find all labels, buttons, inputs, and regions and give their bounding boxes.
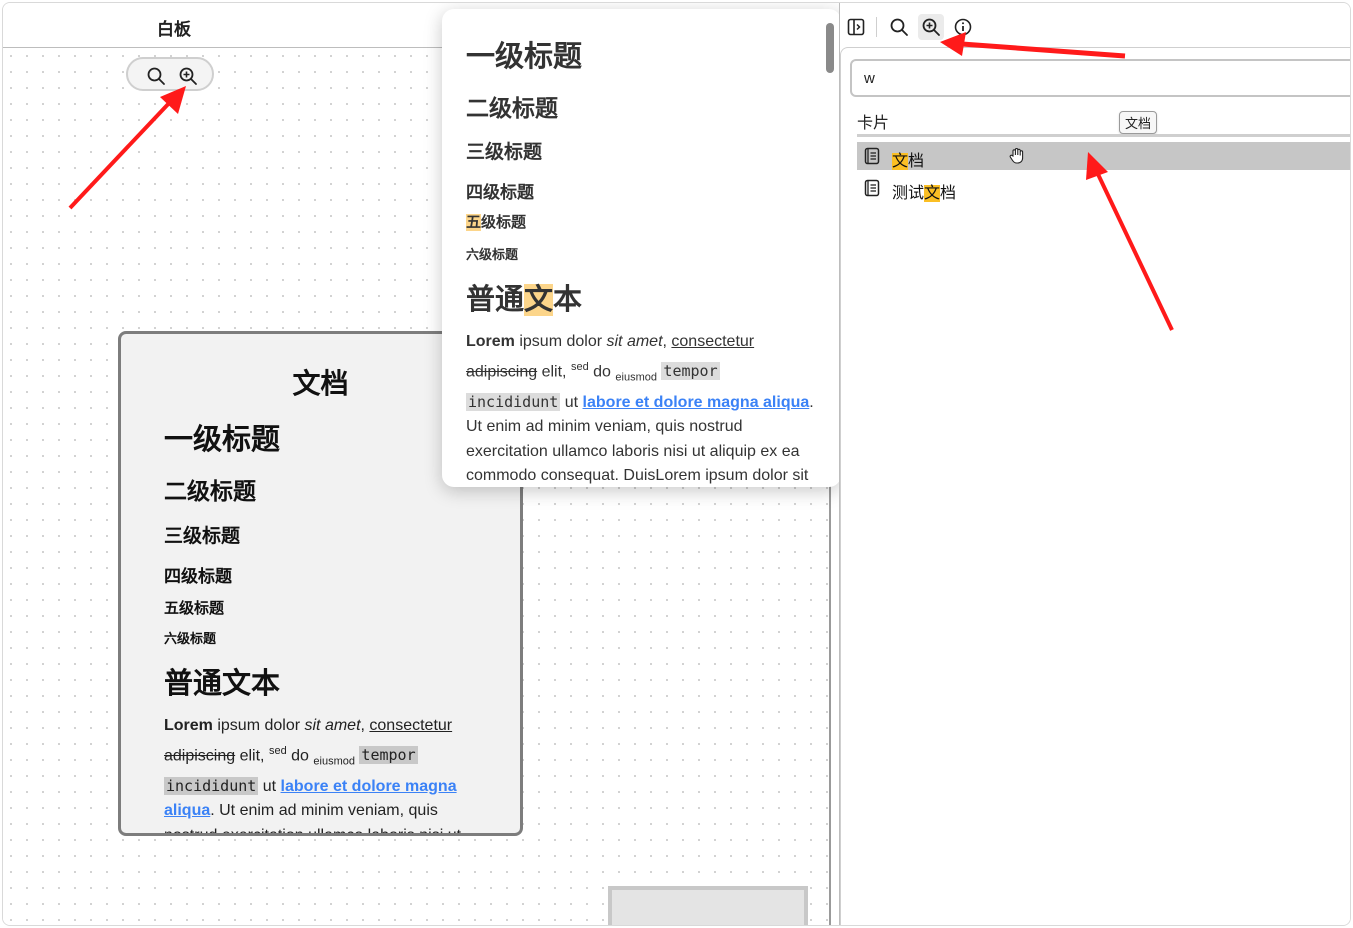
preview-heading-3: 三级标题: [466, 142, 543, 163]
document-icon: [864, 147, 880, 165]
zoom-out-icon[interactable]: [889, 17, 909, 37]
sidebar-toggle-icon[interactable]: [846, 17, 866, 37]
preview-heading-2: 二级标题: [466, 95, 558, 121]
zoom-out-icon[interactable]: [146, 66, 166, 86]
section-label-cards: 卡片: [857, 115, 890, 132]
body-heading: 普通文本: [164, 668, 281, 700]
search-result-item[interactable]: 测试文档: [857, 174, 1350, 202]
preview-heading-1: 一级标题: [466, 41, 583, 73]
heading-6: 六级标题: [164, 631, 217, 646]
heading-1: 一级标题: [164, 424, 281, 456]
zoom-in-icon[interactable]: [921, 17, 941, 37]
preview-heading-5: 五级标题: [466, 214, 527, 231]
document-icon: [864, 179, 880, 197]
info-icon[interactable]: [953, 17, 973, 37]
search-input[interactable]: [850, 59, 1350, 97]
zoom-in-icon[interactable]: [178, 66, 198, 86]
preview-link-2[interactable]: aliqua: [763, 394, 809, 411]
result-label: 测试文档: [892, 185, 957, 202]
preview-body-heading: 普通文本: [466, 284, 583, 316]
search-result-item[interactable]: 文档: [857, 142, 1350, 170]
card-paragraph: Lorem ipsum dolor sit amet, consectetur …: [164, 717, 462, 836]
canvas-card-partial[interactable]: [608, 886, 808, 925]
tooltip: 文档: [1119, 111, 1158, 134]
toolbar-separator: [876, 17, 877, 37]
paragraph-link-2[interactable]: aliqua: [164, 802, 210, 819]
preview-paragraph: Lorem ipsum dolor sit amet, consectetur …: [466, 333, 814, 485]
zoom-controls: [126, 57, 214, 91]
heading-5: 五级标题: [164, 600, 225, 617]
document-preview-popup: 一级标题 二级标题 三级标题 四级标题 五级标题 六级标题 普通文本 Lorem…: [442, 9, 841, 487]
app-window: 白板 文档 一级标题 二级标题 三级标题 四级标题 五级标题 六级标题 普通文本…: [2, 2, 1351, 926]
preview-link[interactable]: labore et dolore magna: [583, 394, 763, 411]
preview-heading-4: 四级标题: [466, 183, 534, 202]
preview-heading-6: 六级标题: [466, 247, 519, 262]
vertical-scrollbar[interactable]: [826, 23, 834, 73]
whiteboard-title: 白板: [157, 20, 191, 39]
hand-cursor-icon: [1009, 148, 1024, 164]
heading-4: 四级标题: [164, 567, 232, 586]
paragraph-link[interactable]: labore et dolore magna: [281, 778, 457, 795]
heading-3: 三级标题: [164, 526, 241, 547]
heading-2: 二级标题: [164, 478, 256, 504]
result-label: 文档: [892, 153, 925, 170]
section-divider: [857, 134, 1350, 137]
search-sidebar: 卡片 文档 文档 测试文档: [839, 3, 1350, 925]
